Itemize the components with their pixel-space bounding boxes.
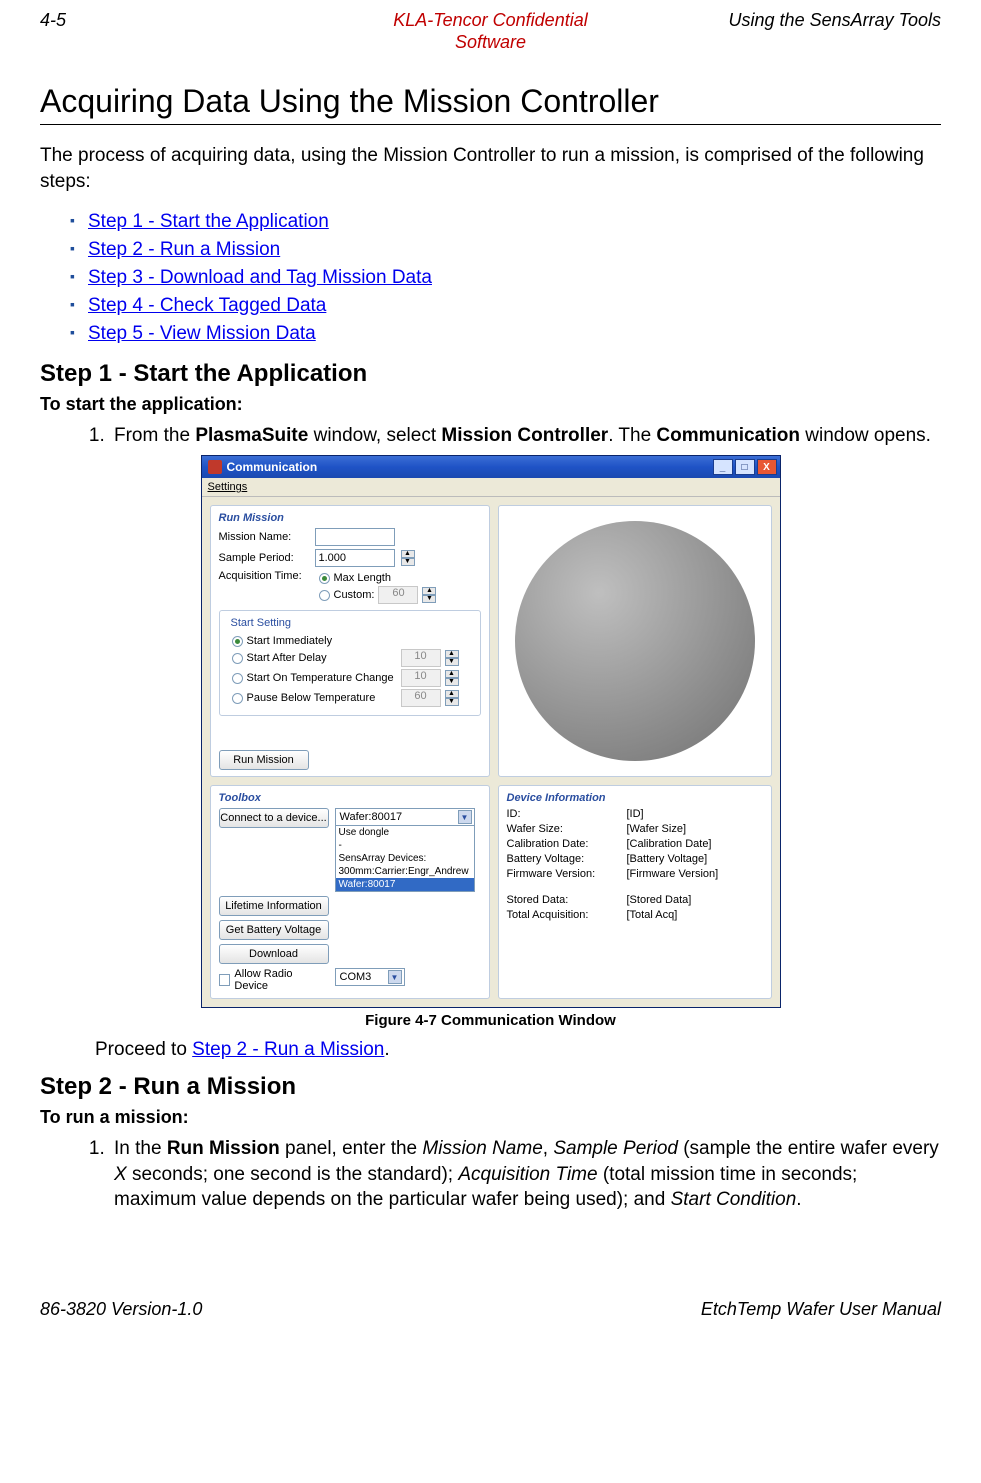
communication-window: Communication _ □ X Settings Run Mission… <box>201 455 781 1008</box>
link-step-4[interactable]: Step 4 - Check Tagged Data <box>88 295 326 316</box>
link-step-1[interactable]: Step 1 - Start the Application <box>88 211 329 232</box>
sample-period-input[interactable] <box>315 549 395 567</box>
com-port-combo[interactable]: COM3 ▼ <box>335 968 405 986</box>
footer-manual-title: EtchTemp Wafer User Manual <box>701 1299 941 1320</box>
link-proceed-step2[interactable]: Step 2 - Run a Mission <box>192 1039 384 1060</box>
header-page-num: 4-5 <box>40 10 340 53</box>
download-button[interactable]: Download <box>219 944 329 964</box>
toolbox-title: Toolbox <box>219 792 481 804</box>
radio-start-temp-change[interactable] <box>232 673 243 684</box>
proceed-text: Proceed to Step 2 - Run a Mission. <box>40 1039 941 1061</box>
subheading-start-app: To start the application: <box>40 394 941 415</box>
wafer-circle <box>515 521 755 761</box>
dd-item[interactable]: 300mm:Carrier:Engr_Andrew <box>336 865 474 878</box>
run-mission-panel: Run Mission Mission Name: Sample Period:… <box>210 505 490 777</box>
subheading-run-mission: To run a mission: <box>40 1107 941 1128</box>
heading-step-2: Step 2 - Run a Mission <box>40 1073 941 1101</box>
menu-settings[interactable]: Settings <box>208 481 248 493</box>
battery-voltage-button[interactable]: Get Battery Voltage <box>219 920 329 940</box>
minimize-button[interactable]: _ <box>713 459 733 475</box>
link-step-3[interactable]: Step 3 - Download and Tag Mission Data <box>88 267 432 288</box>
start-setting-fieldset: Start Setting Start Immediately Start Af… <box>219 610 481 716</box>
radio-custom[interactable] <box>319 590 330 601</box>
radio-pause-below-temp[interactable] <box>232 693 243 704</box>
chevron-down-icon: ▼ <box>458 810 472 824</box>
connect-device-button[interactable]: Connect to a device... <box>219 808 329 828</box>
intro-text: The process of acquiring data, using the… <box>40 143 941 194</box>
step2-list: In the Run Mission panel, enter the Miss… <box>40 1136 941 1213</box>
step2-item1: In the Run Mission panel, enter the Miss… <box>110 1136 941 1213</box>
page-header: 4-5 KLA-Tencor Confidential Software Usi… <box>40 10 941 53</box>
custom-time-input: 60 <box>378 586 418 604</box>
device-dropdown: Use dongle - SensArray Devices: 300mm:Ca… <box>335 825 475 892</box>
custom-spinner: ▲▼ <box>422 587 436 603</box>
header-confidential: KLA-Tencor Confidential Software <box>340 10 640 53</box>
wafer-display-panel <box>498 505 772 777</box>
mission-name-input[interactable] <box>315 528 395 546</box>
dd-item-selected[interactable]: Wafer:80017 <box>336 878 474 891</box>
dd-item[interactable]: - <box>336 839 474 852</box>
device-combo[interactable]: Wafer:80017 ▼ <box>335 808 475 826</box>
figure-caption: Figure 4-7 Communication Window <box>40 1012 941 1029</box>
heading-step-1: Step 1 - Start the Application <box>40 360 941 388</box>
link-step-2[interactable]: Step 2 - Run a Mission <box>88 239 280 260</box>
link-step-5[interactable]: Step 5 - View Mission Data <box>88 323 316 344</box>
dd-item[interactable]: Use dongle <box>336 826 474 839</box>
run-mission-title: Run Mission <box>219 512 481 524</box>
sample-period-label: Sample Period: <box>219 552 309 564</box>
allow-radio-label: Allow Radio Device <box>234 968 328 992</box>
steps-list: Step 1 - Start the Application Step 2 - … <box>40 208 941 348</box>
radio-max-length[interactable] <box>319 573 330 584</box>
header-chapter: Using the SensArray Tools <box>641 10 941 53</box>
chevron-down-icon: ▼ <box>388 970 402 984</box>
allow-radio-checkbox[interactable] <box>219 974 231 986</box>
close-button[interactable]: X <box>757 459 777 475</box>
device-info-panel: Device Information ID:[ID] Wafer Size:[W… <box>498 785 772 999</box>
device-info-title: Device Information <box>507 792 763 804</box>
mission-name-label: Mission Name: <box>219 531 309 543</box>
lifetime-info-button[interactable]: Lifetime Information <box>219 896 329 916</box>
maximize-button[interactable]: □ <box>735 459 755 475</box>
window-title: Communication <box>227 460 318 474</box>
footer-version: 86-3820 Version-1.0 <box>40 1299 202 1320</box>
start-setting-legend: Start Setting <box>228 617 295 629</box>
window-titlebar[interactable]: Communication _ □ X <box>202 456 780 478</box>
acq-time-label: Acquisition Time: <box>219 570 309 582</box>
app-icon <box>208 460 222 474</box>
toolbox-panel: Toolbox Connect to a device... Wafer:800… <box>210 785 490 999</box>
radio-start-immediately[interactable] <box>232 636 243 647</box>
sample-period-spinner[interactable]: ▲▼ <box>401 550 415 566</box>
dd-item[interactable]: SensArray Devices: <box>336 852 474 865</box>
page-footer: 86-3820 Version-1.0 EtchTemp Wafer User … <box>0 1299 981 1320</box>
run-mission-button[interactable]: Run Mission <box>219 750 309 770</box>
menubar: Settings <box>202 478 780 497</box>
step1-list: From the PlasmaSuite window, select Miss… <box>40 423 941 449</box>
step1-item1: From the PlasmaSuite window, select Miss… <box>110 423 941 449</box>
page-title: Acquiring Data Using the Mission Control… <box>40 83 941 125</box>
radio-start-after-delay[interactable] <box>232 653 243 664</box>
